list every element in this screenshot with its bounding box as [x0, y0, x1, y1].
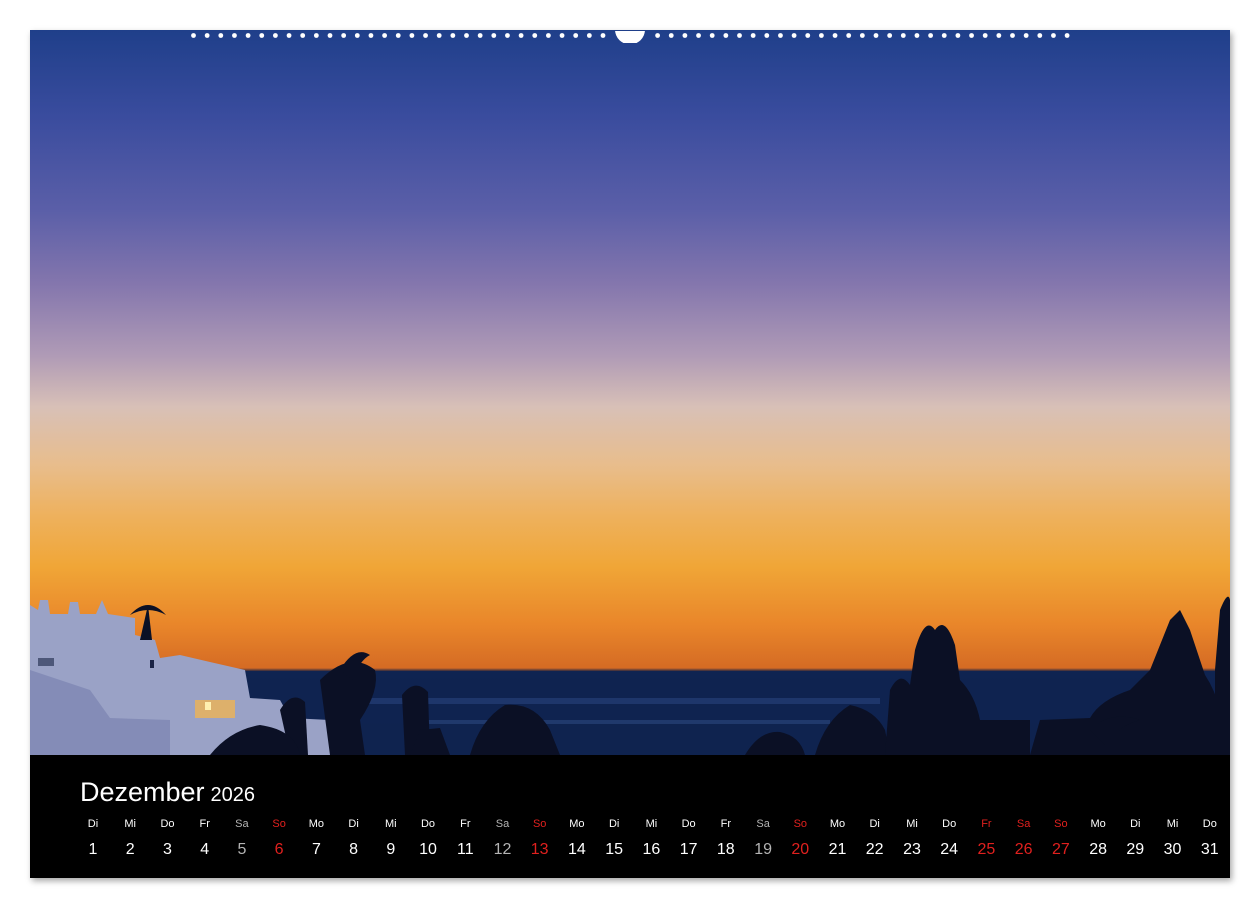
weekday-label: Mo: [308, 818, 325, 830]
weekday-label: Fr: [460, 818, 471, 830]
day-number: 29: [1126, 841, 1145, 858]
day-number: 25: [977, 841, 996, 858]
weekday-label: Do: [1202, 818, 1217, 830]
day-number: 26: [1014, 841, 1033, 858]
day-number: 10: [419, 841, 437, 858]
day-number: 15: [605, 841, 624, 858]
day-number: 6: [274, 841, 284, 858]
weekday-label: Mo: [829, 818, 846, 830]
weekday-label: Sa: [756, 818, 770, 830]
day-number: 9: [386, 841, 396, 858]
weekday-label: Do: [160, 818, 175, 830]
weekday-label: So: [793, 818, 808, 830]
hanger-notch: [615, 31, 645, 43]
calendar-strip: Dezember 2026 Di 1 Mi 2 Do 3 Fr 4 Sa 5 So 6 Mo 7 Di 8 Mi 9…: [30, 755, 1230, 878]
year-label: 2026: [210, 784, 256, 806]
day-number: 22: [865, 841, 884, 858]
day-number: 13: [530, 841, 549, 858]
weekday-label: Sa: [1016, 818, 1031, 830]
weekday-label: Fr: [199, 818, 210, 830]
day-number: 18: [716, 841, 735, 858]
weekday-label: Di: [869, 818, 880, 830]
month-label: Dezember: [80, 777, 205, 807]
landscape-silhouette: [30, 596, 1230, 755]
day-number: 23: [903, 841, 921, 858]
weekday-label: Do: [942, 818, 957, 830]
day-number: 20: [791, 841, 810, 858]
weekday-label: Do: [681, 818, 696, 830]
day-number: 1: [88, 841, 98, 858]
weekday-label: So: [1054, 818, 1068, 830]
calendar-title: Dezember 2026: [80, 777, 255, 808]
weekday-label: Di: [87, 818, 99, 830]
calendar-photo: [30, 30, 1230, 755]
day-number: 8: [349, 841, 359, 858]
day-number: 27: [1051, 841, 1070, 858]
weekday-label: Mo: [569, 818, 585, 830]
weekday-label: Mi: [124, 818, 136, 830]
weekday-label: Mi: [1166, 818, 1179, 830]
day-number: 21: [828, 841, 847, 858]
day-number: 24: [940, 841, 959, 858]
day-number: 7: [311, 841, 321, 858]
day-number: 28: [1089, 841, 1107, 858]
weekday-label: Mi: [906, 818, 918, 830]
weekday-label: Di: [348, 818, 359, 830]
day-number: 2: [125, 841, 135, 858]
day-number: 17: [679, 841, 698, 858]
weekday-label: Fr: [720, 818, 731, 830]
weekday-label: Di: [1130, 818, 1141, 830]
day-number: 5: [237, 841, 247, 858]
day-number: 11: [456, 841, 474, 858]
day-number: 30: [1163, 841, 1182, 858]
weekday-label: Mi: [645, 818, 658, 830]
day-number: 16: [642, 841, 661, 858]
day-row: Di 1 Mi 2 Do 3 Fr 4 Sa 5 So 6 Mo 7 Di 8 Mi 9 Do 10 Fr 11 Sa 12 S…: [76, 818, 1230, 868]
day-number: 14: [567, 841, 586, 858]
day-number: 4: [200, 841, 210, 858]
weekday-label: Sa: [495, 818, 510, 830]
day-number: 19: [754, 841, 772, 858]
day-number: 31: [1200, 841, 1219, 858]
weekday-label: Fr: [981, 818, 992, 830]
weekday-label: Do: [420, 818, 436, 830]
weekday-label: Di: [608, 818, 620, 830]
weekday-label: Sa: [235, 818, 249, 830]
weekday-label: Mo: [1090, 818, 1106, 830]
weekday-label: So: [532, 818, 547, 830]
day-number: 3: [163, 841, 172, 858]
day-number: 12: [493, 841, 512, 858]
weekday-label: So: [272, 818, 286, 830]
spiral-binding: [191, 31, 1070, 43]
weekday-label: Mi: [384, 818, 397, 830]
